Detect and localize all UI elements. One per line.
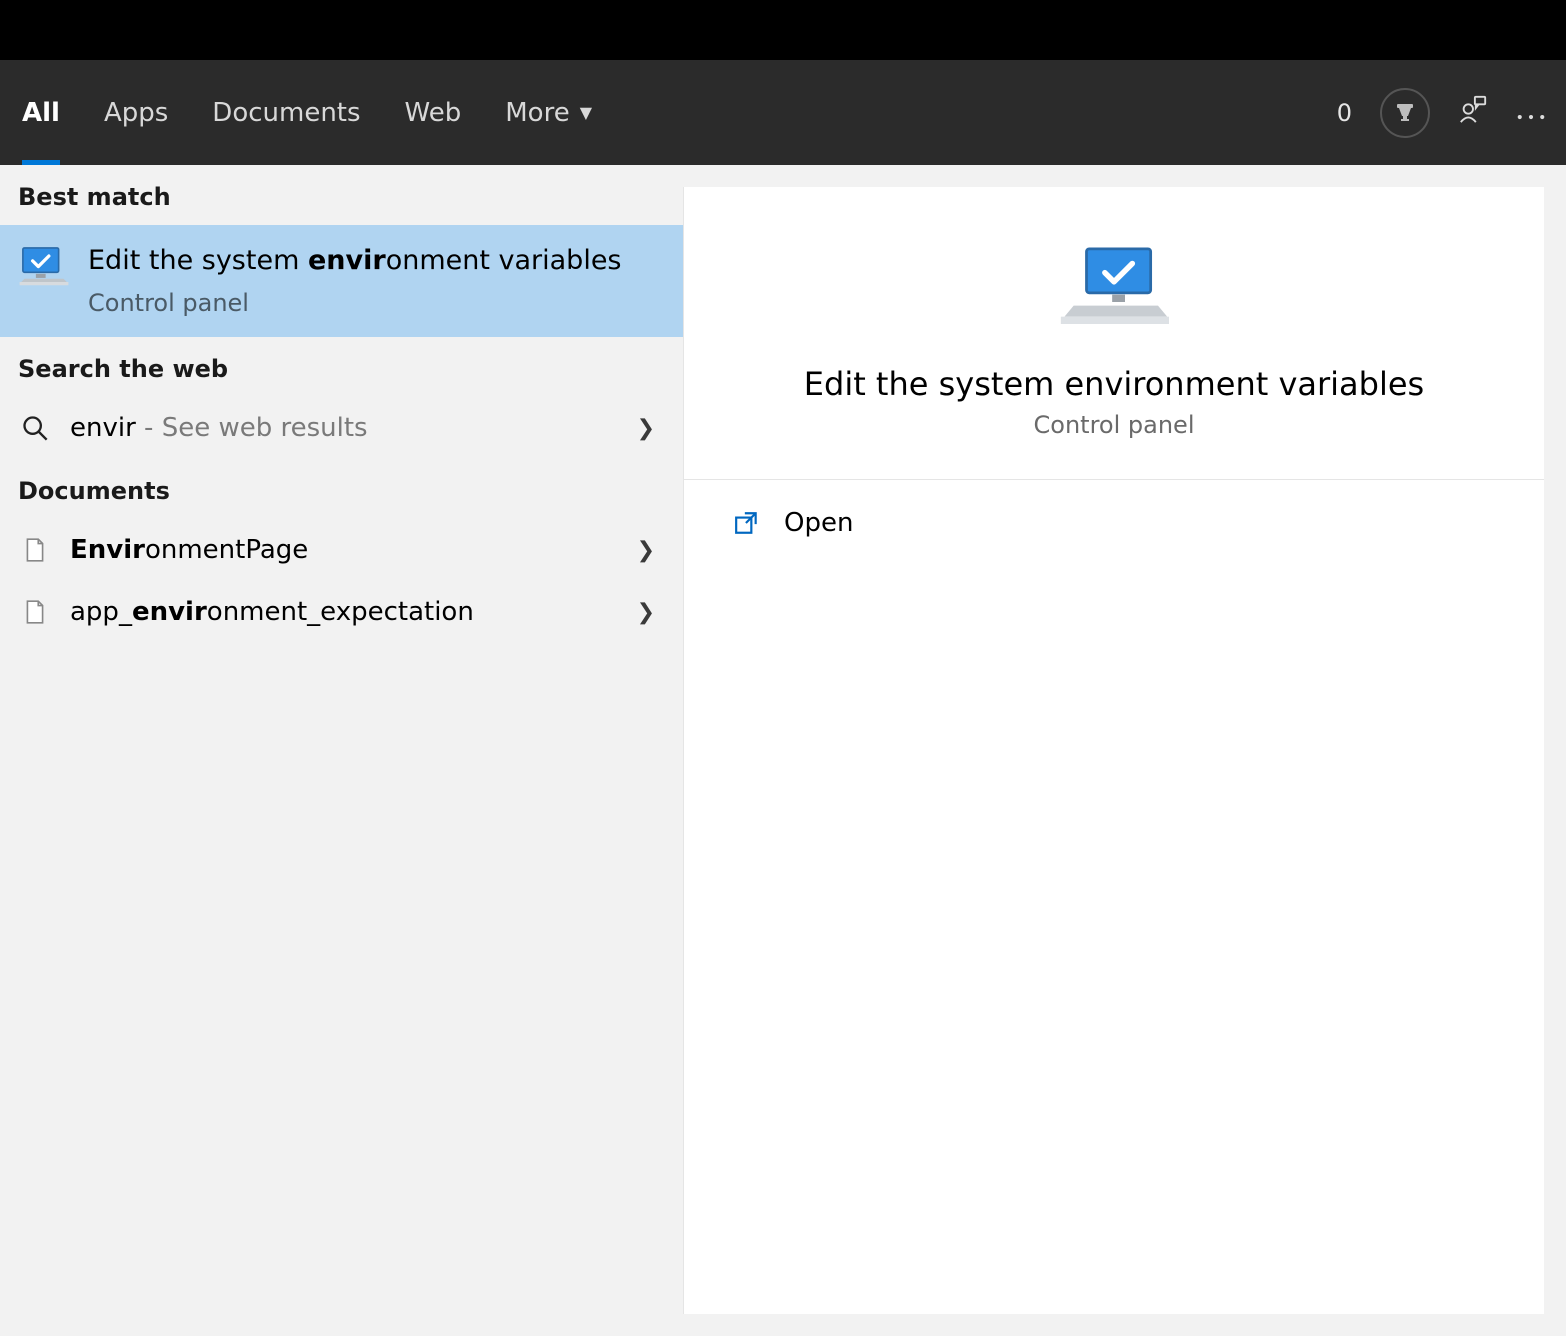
tab-all[interactable]: All — [0, 60, 82, 165]
tab-apps[interactable]: Apps — [82, 60, 190, 165]
monitor-check-icon — [1059, 241, 1169, 341]
open-action-label: Open — [784, 508, 853, 538]
open-icon — [732, 510, 762, 536]
chevron-right-icon: ❯ — [637, 600, 665, 625]
detail-panel: Edit the system environment variables Co… — [683, 187, 1544, 1314]
web-result-text: envir - See web results — [70, 413, 619, 443]
search-header: All Apps Documents Web More ▼ 0 — [0, 60, 1566, 165]
section-best-match: Best match — [0, 165, 683, 225]
section-search-web: Search the web — [0, 337, 683, 397]
trophy-icon — [1393, 101, 1417, 125]
tab-more-label: More — [505, 98, 569, 128]
feedback-button[interactable] — [1458, 94, 1488, 131]
search-tabs: All Apps Documents Web More ▼ — [0, 60, 614, 165]
window-chrome-top — [0, 0, 1566, 60]
web-search-result[interactable]: envir - See web results ❯ — [0, 397, 683, 459]
document-result-text: EnvironmentPage — [70, 535, 619, 565]
best-match-subtitle: Control panel — [88, 289, 622, 317]
results-panel: Best match Edit the system environment v… — [0, 165, 683, 1336]
document-result-text: app_environment_expectation — [70, 597, 619, 627]
best-match-result[interactable]: Edit the system environment variables Co… — [0, 225, 683, 337]
tab-web[interactable]: Web — [383, 60, 484, 165]
document-result[interactable]: EnvironmentPage ❯ — [0, 519, 683, 581]
document-icon — [18, 533, 52, 567]
document-result[interactable]: app_environment_expectation ❯ — [0, 581, 683, 643]
chevron-right-icon: ❯ — [637, 538, 665, 563]
header-right: 0 — [1337, 88, 1546, 138]
tab-more[interactable]: More ▼ — [483, 60, 614, 165]
best-match-title: Edit the system environment variables — [88, 243, 622, 279]
section-documents: Documents — [0, 459, 683, 519]
tab-documents[interactable]: Documents — [190, 60, 382, 165]
ellipsis-icon — [1516, 113, 1546, 121]
detail-subtitle: Control panel — [1034, 411, 1195, 439]
document-icon — [18, 595, 52, 629]
detail-title: Edit the system environment variables — [804, 365, 1424, 403]
open-action[interactable]: Open — [684, 480, 1544, 566]
rewards-trophy-button[interactable] — [1380, 88, 1430, 138]
more-options-button[interactable] — [1516, 98, 1546, 128]
chevron-right-icon: ❯ — [637, 416, 665, 441]
person-feedback-icon — [1458, 94, 1488, 124]
chevron-down-icon: ▼ — [580, 103, 592, 122]
monitor-check-icon — [18, 243, 70, 295]
rewards-score: 0 — [1337, 99, 1352, 127]
search-icon — [18, 411, 52, 445]
